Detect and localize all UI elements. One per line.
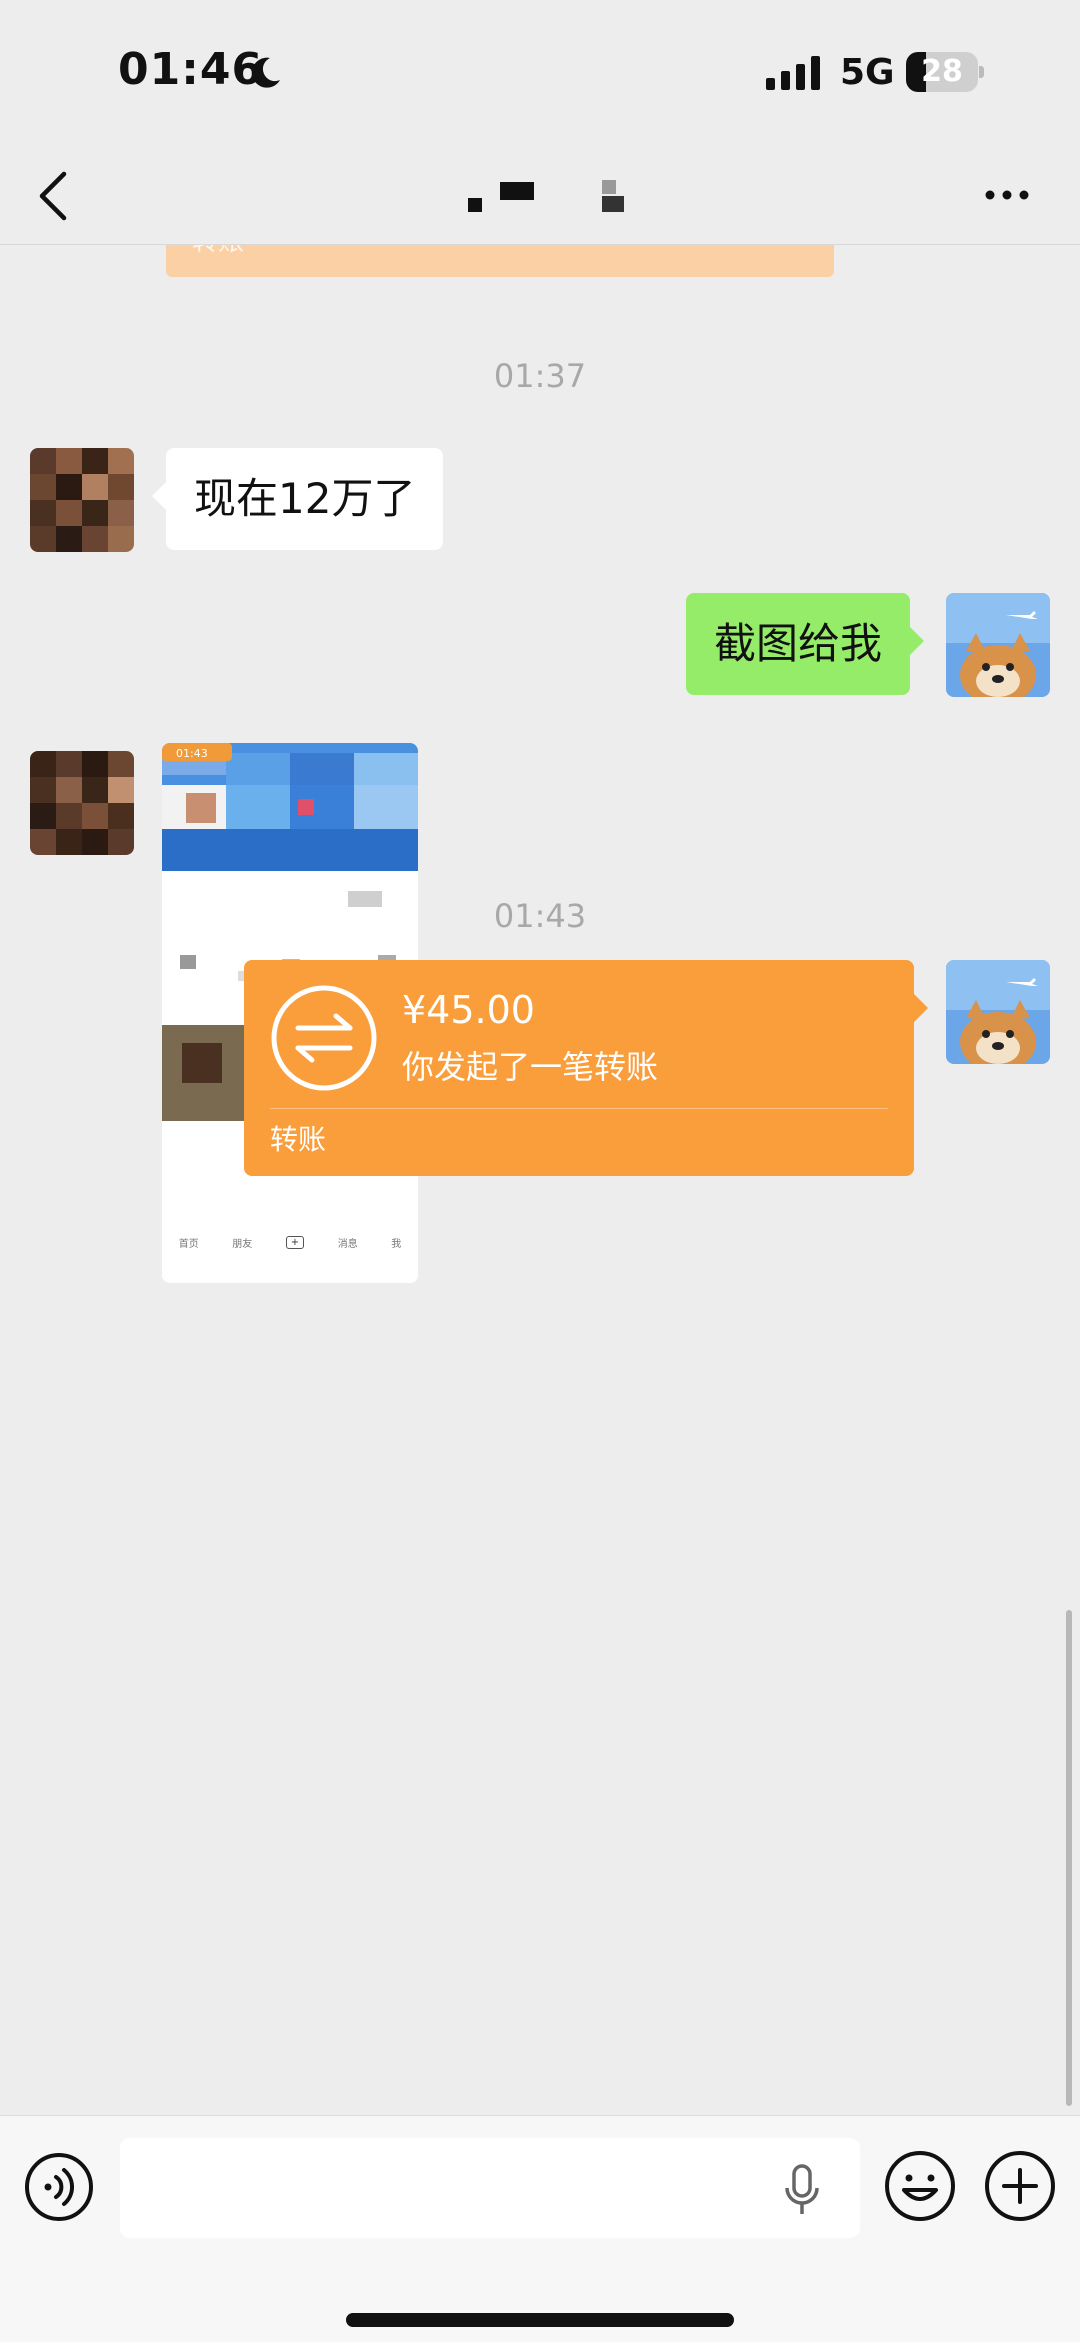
input-bar (0, 2115, 1080, 2342)
transfer-amount: ¥45.00 (402, 988, 535, 1032)
partial-transfer-card[interactable]: 转账 (166, 245, 834, 277)
image-bottom-tabs: 首页 朋友 + 消息 我 (178, 1235, 402, 1250)
contact-avatar[interactable] (30, 751, 134, 855)
signal-icon (766, 56, 820, 90)
svg-text:01:43: 01:43 (176, 747, 208, 760)
transfer-description: 你发起了一笔转账 (402, 1048, 659, 1086)
message-input[interactable] (120, 2138, 860, 2238)
emoji-icon[interactable] (884, 2150, 956, 2222)
timestamp: 01:37 (493, 357, 587, 395)
message-list[interactable]: 转账 01:37 现在12万了 截图给我 (0, 245, 1080, 2115)
more-dots-icon[interactable] (982, 180, 1032, 210)
outgoing-message-bubble[interactable]: 截图给我 (686, 593, 925, 695)
battery-indicator: 28 (906, 52, 984, 92)
chat-title (460, 180, 640, 220)
contact-avatar[interactable] (30, 448, 134, 552)
partial-transfer-label: 转账 (192, 245, 244, 258)
status-bar: 01:46 5G 28 (0, 0, 1080, 150)
my-avatar[interactable] (946, 593, 1050, 697)
network-label: 5G (840, 52, 895, 93)
transfer-card[interactable]: ¥45.00 你发起了一笔转账 转账 (244, 960, 928, 1176)
back-icon[interactable] (34, 168, 74, 224)
battery-level: 28 (921, 54, 963, 89)
transfer-arrows-icon (271, 985, 377, 1091)
timestamp: 01:43 (493, 897, 587, 935)
mic-icon[interactable] (782, 2164, 822, 2216)
chat-header (0, 150, 1080, 245)
scrollbar[interactable] (1066, 1610, 1072, 2106)
my-avatar[interactable] (946, 960, 1050, 1064)
voice-icon[interactable] (24, 2152, 94, 2222)
incoming-message-bubble[interactable]: 现在12万了 (151, 448, 444, 550)
home-indicator (346, 2313, 734, 2327)
transfer-label: 转账 (270, 1123, 327, 1156)
moon-icon (251, 57, 280, 88)
plus-icon[interactable] (984, 2150, 1056, 2222)
status-time: 01:46 (118, 44, 264, 95)
